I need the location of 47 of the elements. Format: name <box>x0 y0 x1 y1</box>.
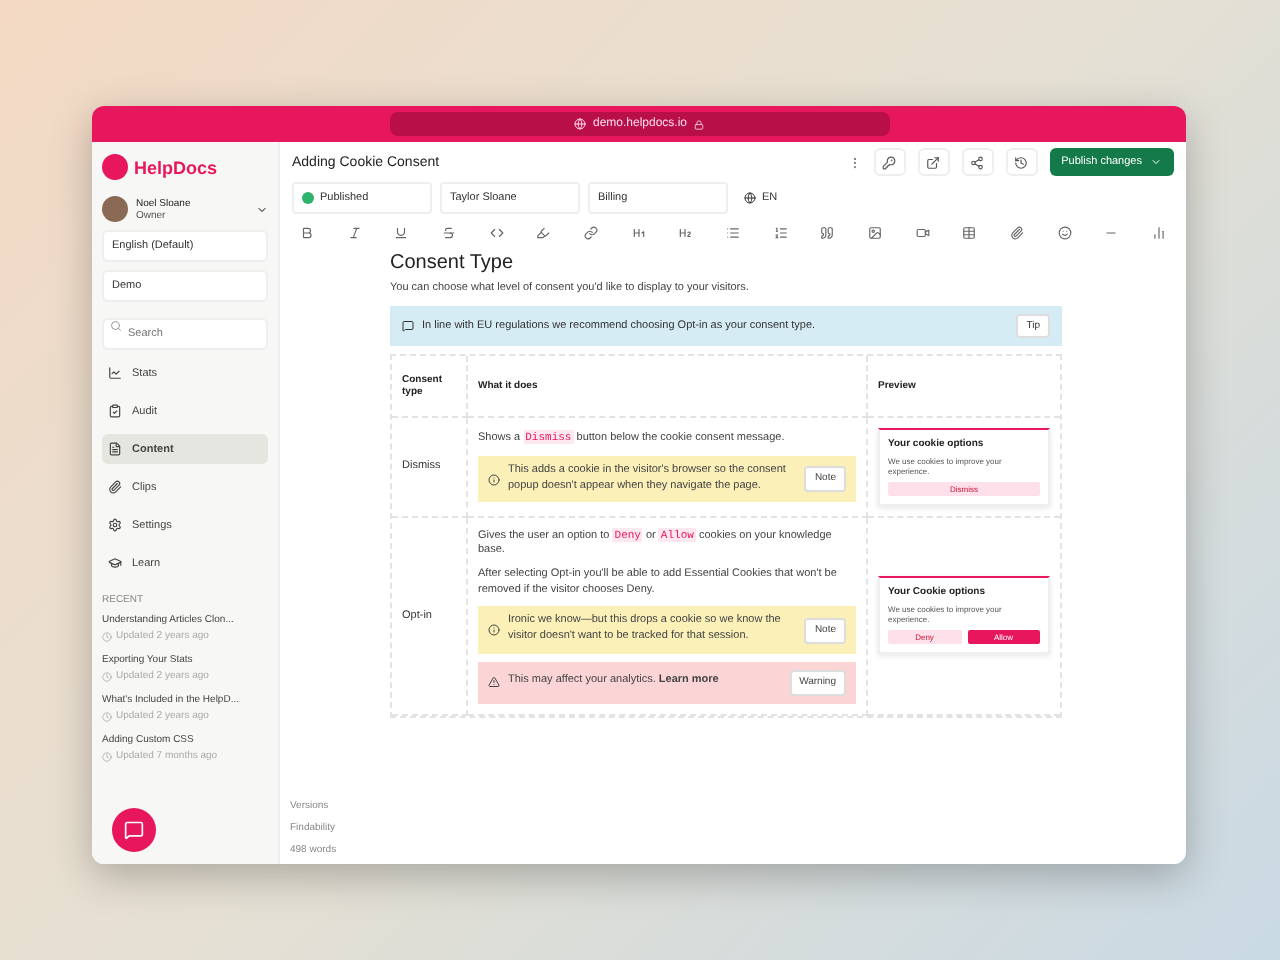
clock-icon <box>102 631 112 641</box>
clock-icon <box>102 751 112 761</box>
logo-icon <box>102 154 128 180</box>
clock-icon <box>102 711 112 721</box>
toolbar-icon[interactable] <box>300 226 314 240</box>
chat-button[interactable] <box>112 808 156 852</box>
share-icon[interactable] <box>961 148 994 176</box>
document-icon <box>108 442 122 456</box>
toolbar-icon[interactable] <box>394 226 409 240</box>
toolbar-icon[interactable] <box>347 226 362 240</box>
chevron-icon[interactable] <box>256 203 268 215</box>
toolbar-icon[interactable] <box>1057 226 1071 240</box>
toolbar-icon[interactable] <box>773 226 788 240</box>
history-icon[interactable] <box>1005 148 1038 176</box>
toolbar-icon[interactable] <box>631 226 646 240</box>
avatar <box>102 196 128 222</box>
chevron-icon <box>1150 156 1162 168</box>
toolbar-icon[interactable] <box>489 226 504 240</box>
toolbar-icon[interactable] <box>583 226 598 240</box>
toolbar-icon[interactable] <box>962 226 977 240</box>
info-icon <box>488 473 500 486</box>
clipboard-icon <box>108 404 122 418</box>
chart-icon <box>108 366 122 380</box>
toolbar-icon[interactable] <box>1009 226 1024 240</box>
toolbar-icon[interactable] <box>1151 226 1166 240</box>
info-icon <box>488 624 500 637</box>
globe-icon <box>744 192 756 204</box>
brand-name: HelpDocs <box>134 157 218 177</box>
toolbar-icon[interactable] <box>820 226 835 240</box>
paperclip-icon <box>108 480 122 494</box>
section-heading: Consent Type <box>390 252 516 274</box>
toolbar-icon[interactable] <box>867 226 882 240</box>
toolbar-icon[interactable] <box>536 226 551 240</box>
chat-icon <box>124 820 144 840</box>
speech-icon <box>402 319 414 332</box>
globe-icon <box>574 118 587 130</box>
toolbar-icon[interactable] <box>441 226 456 240</box>
key-icon[interactable] <box>873 148 906 176</box>
settings-icon <box>108 518 122 532</box>
clock-icon <box>102 671 112 681</box>
toolbar-icon[interactable] <box>915 226 930 240</box>
lock-icon <box>693 119 704 129</box>
toolbar-icon[interactable] <box>725 226 740 240</box>
external-link-icon[interactable] <box>917 148 950 176</box>
toolbar-icon[interactable] <box>678 226 693 240</box>
warning-icon <box>488 676 500 689</box>
graduation-cap-icon <box>108 556 122 570</box>
